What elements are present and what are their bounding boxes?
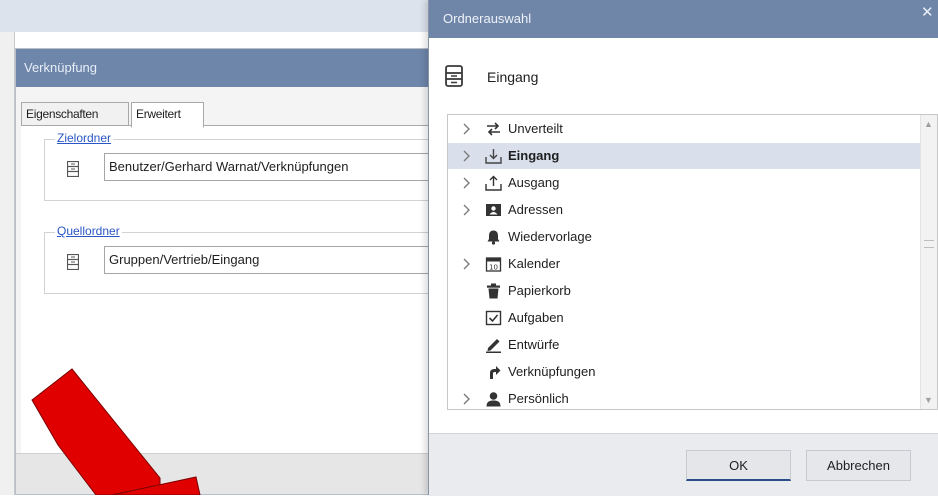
selected-folder-header: Eingang	[429, 38, 938, 110]
tree-item-label: Wiedervorlage	[508, 229, 592, 244]
tree-item-label: Entwürfe	[508, 337, 560, 352]
scroll-down-icon[interactable]: ▼	[921, 393, 936, 407]
quellordner-legend: Quellordner	[55, 224, 122, 238]
tree-item-entwuerfe[interactable]: Entwürfe	[448, 332, 923, 358]
tab-eigenschaften[interactable]: Eigenschaften	[21, 102, 129, 126]
bell-icon	[487, 230, 500, 245]
chevron-right-icon[interactable]	[462, 258, 470, 270]
trash-icon	[487, 283, 500, 299]
tree-item-verknuepfungen[interactable]: Verknüpfungen	[448, 359, 923, 385]
transfer-icon	[487, 122, 500, 136]
background-panel	[0, 32, 15, 495]
tree-item-adressen[interactable]: Adressen	[448, 197, 923, 223]
chevron-right-icon[interactable]	[462, 204, 470, 216]
tree-item-papierkorb[interactable]: Papierkorb	[448, 278, 923, 304]
folder-tree[interactable]: Unverteilt Eingang Ausgang Adressen Wied…	[447, 114, 938, 410]
cabinet-icon[interactable]	[67, 254, 79, 270]
chevron-right-icon[interactable]	[462, 123, 470, 135]
tree-item-unverteilt[interactable]: Unverteilt	[448, 116, 923, 142]
close-icon[interactable]: ✕	[921, 0, 938, 38]
cabinet-icon[interactable]	[67, 161, 79, 177]
tree-item-label: Persönlich	[508, 391, 569, 406]
ok-button[interactable]: OK	[686, 450, 791, 481]
zielordner-legend: Zielordner	[55, 131, 114, 145]
chevron-right-icon[interactable]	[462, 393, 470, 405]
tree-item-kalender[interactable]: 10 Kalender	[448, 251, 923, 277]
person-icon	[486, 392, 501, 407]
quellordner-field[interactable]: Gruppen/Vertrieb/Eingang	[104, 246, 464, 274]
tree-item-label: Kalender	[508, 256, 561, 271]
calendar-icon: 10	[485, 257, 502, 272]
tree-item-label: Eingang	[508, 148, 560, 163]
contact-card-icon	[486, 204, 501, 216]
tree-item-label: Aufgaben	[508, 310, 564, 325]
chevron-right-icon[interactable]	[462, 177, 470, 189]
scroll-up-icon[interactable]: ▲	[921, 117, 936, 131]
tree-item-aufgaben[interactable]: Aufgaben	[448, 305, 923, 331]
tree-item-label: Unverteilt	[508, 121, 563, 136]
cabinet-icon	[445, 65, 463, 87]
scroll-grip-icon[interactable]	[924, 240, 934, 248]
tree-item-ausgang[interactable]: Ausgang	[448, 170, 923, 196]
cancel-button[interactable]: Abbrechen	[806, 450, 911, 481]
tree-item-label: Ausgang	[508, 175, 560, 190]
vertical-scrollbar[interactable]: ▲ ▼	[920, 115, 937, 409]
tab-erweitert[interactable]: Erweitert	[131, 102, 204, 128]
shortcut-arrow-icon	[490, 366, 501, 379]
inbox-icon	[485, 149, 502, 164]
chevron-right-icon[interactable]	[462, 150, 470, 162]
tree-item-wiedervorlage[interactable]: Wiedervorlage	[448, 224, 923, 250]
tree-item-label: Adressen	[508, 202, 563, 217]
selected-folder-label: Eingang	[487, 69, 539, 85]
svg-text:10: 10	[489, 264, 498, 272]
zielordner-field[interactable]: Benutzer/Gerhard Warnat/Verknüpfungen	[104, 153, 464, 181]
pencil-icon	[486, 339, 501, 353]
dialog-footer: OK Abbrechen	[429, 433, 938, 496]
tree-item-persoenlich[interactable]: Persönlich	[448, 386, 923, 409]
tree-item-label: Verknüpfungen	[508, 364, 596, 379]
tree-item-label: Papierkorb	[508, 283, 571, 298]
dialog-title: Ordnerauswahl	[429, 0, 938, 38]
checkbox-icon	[485, 310, 502, 326]
outbox-icon	[485, 175, 502, 191]
ordnerauswahl-dialog: Ordnerauswahl ✕ Eingang Unverteilt Einga…	[428, 0, 938, 496]
tree-item-eingang[interactable]: Eingang	[448, 143, 923, 169]
